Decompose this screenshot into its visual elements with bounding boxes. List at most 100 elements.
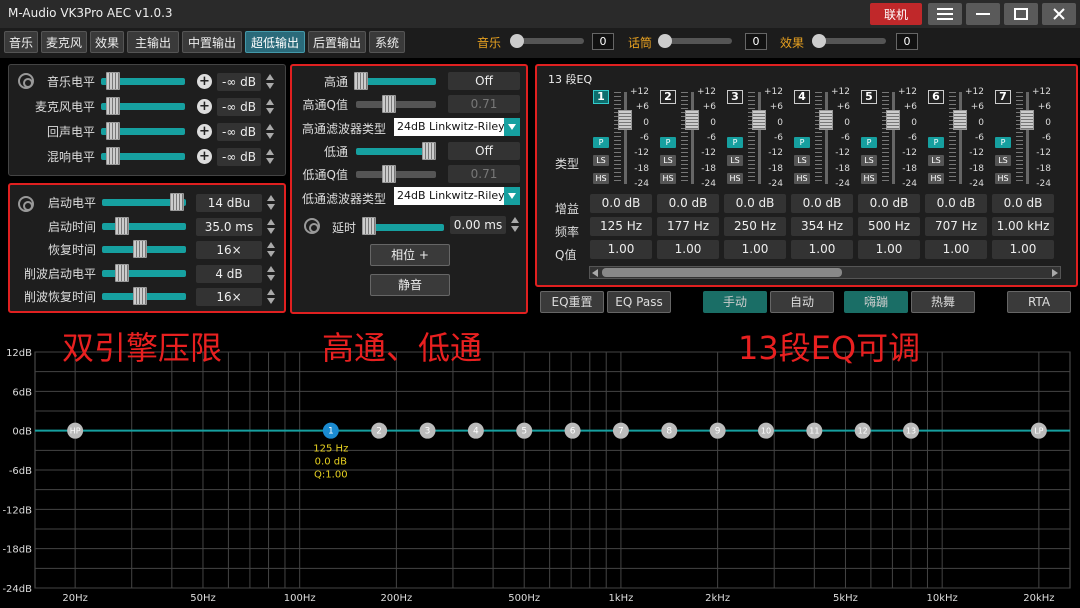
eq-band-select[interactable]: 2 <box>660 90 676 104</box>
eq-reset-button[interactable]: EQ重置 <box>540 291 604 313</box>
level-value[interactable]: -∞ dB <box>217 98 261 116</box>
auto-button[interactable]: 自动 <box>770 291 834 313</box>
highpass-slider[interactable] <box>356 78 436 85</box>
eq-gain-value[interactable]: 0.0 dB <box>858 194 920 213</box>
music-volume-slider[interactable] <box>510 34 584 48</box>
tab-main-output[interactable]: 主输出 <box>127 31 179 53</box>
eq-type-hs-button[interactable]: HS <box>928 173 944 184</box>
minimize-button[interactable] <box>966 3 1000 25</box>
plus-icon[interactable]: + <box>197 124 212 139</box>
tab-center-output[interactable]: 中置输出 <box>182 31 242 53</box>
limiter-value[interactable]: 14 dBu <box>196 194 262 212</box>
plus-icon[interactable]: + <box>197 149 212 164</box>
eq-type-p-button[interactable]: P <box>593 137 609 148</box>
eq-band-select[interactable]: 5 <box>861 90 877 104</box>
delay-slider-knob[interactable] <box>362 217 376 235</box>
eq-q-value[interactable]: 1.00 <box>791 240 853 259</box>
eq-type-p-button[interactable]: P <box>928 137 944 148</box>
level-slider-knob[interactable] <box>106 147 120 165</box>
eq-type-hs-button[interactable]: HS <box>660 173 676 184</box>
eq-type-ls-button[interactable]: LS <box>928 155 944 166</box>
lowpass-q-value[interactable]: 0.71 <box>448 165 520 183</box>
effect-volume-value[interactable]: 0 <box>896 33 918 50</box>
limiter-slider-knob[interactable] <box>115 216 129 235</box>
eq-type-p-button[interactable]: P <box>660 137 676 148</box>
eq-band-select[interactable]: 4 <box>794 90 810 104</box>
manual-button[interactable]: 手动 <box>703 291 767 313</box>
highpass-q-knob[interactable] <box>382 95 396 113</box>
highpass-q-value[interactable]: 0.71 <box>448 95 520 113</box>
level-spinner[interactable] <box>265 123 275 141</box>
tab-rear-output[interactable]: 后置输出 <box>308 31 366 53</box>
eq-freq-value[interactable]: 125 Hz <box>590 217 652 236</box>
eq-band-select[interactable]: 3 <box>727 90 743 104</box>
highpass-value[interactable]: Off <box>448 72 520 90</box>
eq-gain-value[interactable]: 0.0 dB <box>590 194 652 213</box>
eq-gain-value[interactable]: 0.0 dB <box>657 194 719 213</box>
limiter-slider-knob[interactable] <box>133 240 147 258</box>
link-icon[interactable] <box>304 218 320 234</box>
mute-button[interactable]: 静音 <box>370 274 450 296</box>
rta-button[interactable]: RTA <box>1007 291 1071 313</box>
eq-gain-value[interactable]: 0.0 dB <box>925 194 987 213</box>
eq-q-value[interactable]: 1.00 <box>590 240 652 259</box>
level-slider-knob[interactable] <box>106 122 120 140</box>
eq-q-value[interactable]: 1.00 <box>858 240 920 259</box>
eq-type-hs-button[interactable]: HS <box>593 173 609 184</box>
eq-type-ls-button[interactable]: LS <box>794 155 810 166</box>
eq-type-hs-button[interactable]: HS <box>727 173 743 184</box>
mic-volume-value[interactable]: 0 <box>745 33 767 50</box>
limiter-slider-knob[interactable] <box>115 263 129 282</box>
level-spinner[interactable] <box>265 148 275 166</box>
maximize-button[interactable] <box>1004 3 1038 25</box>
eq-type-ls-button[interactable]: LS <box>727 155 743 166</box>
eq-freq-value[interactable]: 500 Hz <box>858 217 920 236</box>
tab-subwoofer-output[interactable]: 超低输出 <box>245 31 305 53</box>
eq-freq-value[interactable]: 354 Hz <box>791 217 853 236</box>
level-spinner[interactable] <box>265 98 275 116</box>
plus-icon[interactable]: + <box>197 99 212 114</box>
eq-type-ls-button[interactable]: LS <box>995 155 1011 166</box>
eq-freq-value[interactable]: 250 Hz <box>724 217 786 236</box>
lowpass-slider-knob[interactable] <box>422 142 436 160</box>
delay-spinner[interactable] <box>510 216 520 234</box>
tab-effects[interactable]: 效果 <box>90 31 124 53</box>
limiter-value[interactable]: 35.0 ms <box>196 217 262 236</box>
scroll-left-icon[interactable] <box>592 269 598 277</box>
eq-type-p-button[interactable]: P <box>727 137 743 148</box>
eq-pass-button[interactable]: EQ Pass <box>607 291 671 313</box>
level-spinner[interactable] <box>265 73 275 91</box>
highpass-type-select[interactable]: 24dB Linkwitz-Riley <box>394 118 520 136</box>
lowpass-value[interactable]: Off <box>448 142 520 160</box>
level-slider-knob[interactable] <box>106 97 120 115</box>
eq-type-p-button[interactable]: P <box>794 137 810 148</box>
tab-system[interactable]: 系统 <box>369 31 405 53</box>
eq-q-value[interactable]: 1.00 <box>925 240 987 259</box>
limiter-slider-knob[interactable] <box>133 287 147 305</box>
delay-value[interactable]: 0.00 ms <box>450 216 506 234</box>
eq-gain-value[interactable]: 0.0 dB <box>992 194 1054 213</box>
connect-button[interactable]: 联机 <box>870 3 922 25</box>
plus-icon[interactable]: + <box>197 74 212 89</box>
lowpass-q-slider[interactable] <box>356 171 436 178</box>
eq-type-ls-button[interactable]: LS <box>660 155 676 166</box>
link-icon[interactable] <box>18 73 34 89</box>
level-value[interactable]: -∞ dB <box>217 123 261 141</box>
music-volume-value[interactable]: 0 <box>592 33 614 50</box>
eq-band-select[interactable]: 7 <box>995 90 1011 104</box>
hot-dance-button[interactable]: 热舞 <box>911 291 975 313</box>
limiter-value[interactable]: 16× <box>196 241 262 259</box>
eq-band-select[interactable]: 6 <box>928 90 944 104</box>
eq-q-value[interactable]: 1.00 <box>657 240 719 259</box>
tab-music[interactable]: 音乐 <box>4 31 38 53</box>
eq-gain-value[interactable]: 0.0 dB <box>724 194 786 213</box>
eq-type-ls-button[interactable]: LS <box>861 155 877 166</box>
limiter-value[interactable]: 16× <box>196 288 262 306</box>
mic-volume-slider[interactable] <box>658 34 732 48</box>
delay-slider[interactable] <box>364 224 444 231</box>
eq-freq-value[interactable]: 1.00 kHz <box>992 217 1054 236</box>
eq-type-ls-button[interactable]: LS <box>593 155 609 166</box>
limiter-spinner[interactable] <box>266 241 276 259</box>
lowpass-q-knob[interactable] <box>382 165 396 183</box>
limiter-slider-knob[interactable] <box>170 193 184 211</box>
